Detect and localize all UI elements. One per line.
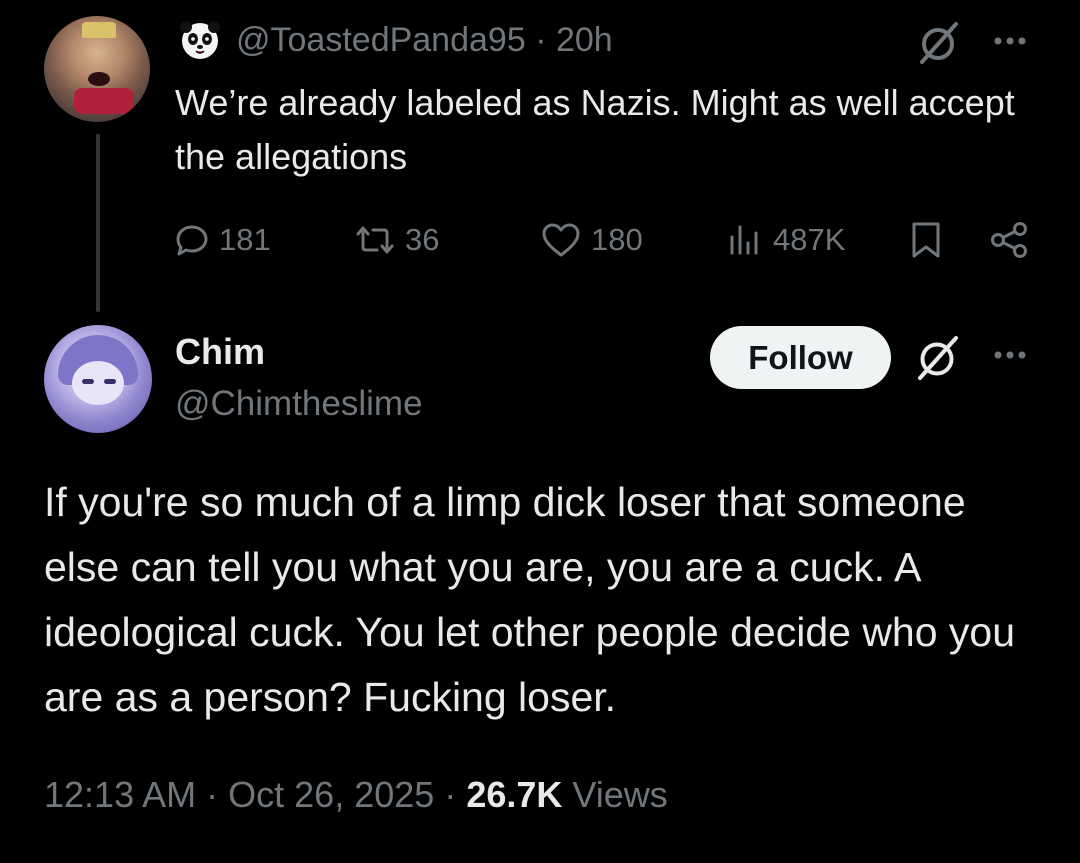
meta-separator: ·	[444, 774, 457, 815]
tweet-time[interactable]: 12:13 AM	[44, 774, 196, 815]
thread-connector-line	[96, 134, 100, 312]
avatar-eye-shape	[104, 379, 116, 384]
repost-count: 36	[405, 222, 440, 257]
parent-tweet-text: We’re already labeled as Nazis. Might as…	[175, 82, 1015, 177]
views-button[interactable]: 487K	[727, 214, 845, 266]
follow-button[interactable]: Follow	[710, 326, 891, 389]
bookmark-button[interactable]	[909, 214, 943, 266]
avatar-toastedpanda95[interactable]	[44, 16, 150, 122]
avatar-chim[interactable]	[44, 325, 152, 433]
parent-tweet-header: @ToastedPanda95 · 20h	[236, 20, 613, 60]
tweet-date[interactable]: Oct 26, 2025	[228, 774, 434, 815]
bookmark-icon	[912, 222, 940, 258]
parent-timestamp[interactable]: 20h	[556, 21, 613, 59]
more-dots-icon[interactable]	[990, 340, 1030, 370]
like-button[interactable]: 180	[541, 214, 643, 266]
reply-button[interactable]: 181	[175, 214, 271, 266]
avatar-crown-shape	[82, 22, 116, 38]
avatar-eye-shape	[82, 379, 94, 384]
grok-icon[interactable]	[916, 20, 962, 66]
reply-count: 181	[219, 222, 271, 257]
avatar-scarf-shape	[74, 88, 134, 114]
repost-icon	[356, 226, 394, 254]
parent-tweet-actions: 181 36 180 487K	[175, 214, 1045, 266]
share-button[interactable]	[989, 214, 1029, 266]
reply-icon	[176, 225, 208, 256]
display-name[interactable]: Chim	[175, 330, 265, 374]
avatar-mouth-shape	[88, 72, 110, 86]
tweet-views-label: Views	[572, 774, 668, 815]
header-separator: ·	[535, 21, 547, 59]
tweet-metadata: 12:13 AM · Oct 26, 2025 · 26.7K Views	[44, 770, 668, 820]
tweet-views-count[interactable]: 26.7K	[466, 774, 562, 815]
views-count: 487K	[773, 222, 846, 257]
views-bar-chart-icon	[730, 225, 758, 255]
repost-button[interactable]: 36	[355, 214, 439, 266]
grok-icon[interactable]	[914, 334, 962, 382]
heart-icon	[542, 223, 580, 257]
like-count: 180	[591, 222, 643, 257]
user-handle[interactable]: @Chimtheslime	[175, 382, 423, 426]
more-dots-icon[interactable]	[990, 26, 1030, 56]
tweet-text: If you're so much of a limp dick loser t…	[44, 479, 1016, 720]
panda-emoji-icon	[180, 21, 220, 59]
share-icon	[991, 222, 1027, 258]
avatar-face-shape	[72, 361, 124, 405]
meta-separator: ·	[206, 774, 219, 815]
parent-handle[interactable]: @ToastedPanda95	[236, 21, 526, 59]
